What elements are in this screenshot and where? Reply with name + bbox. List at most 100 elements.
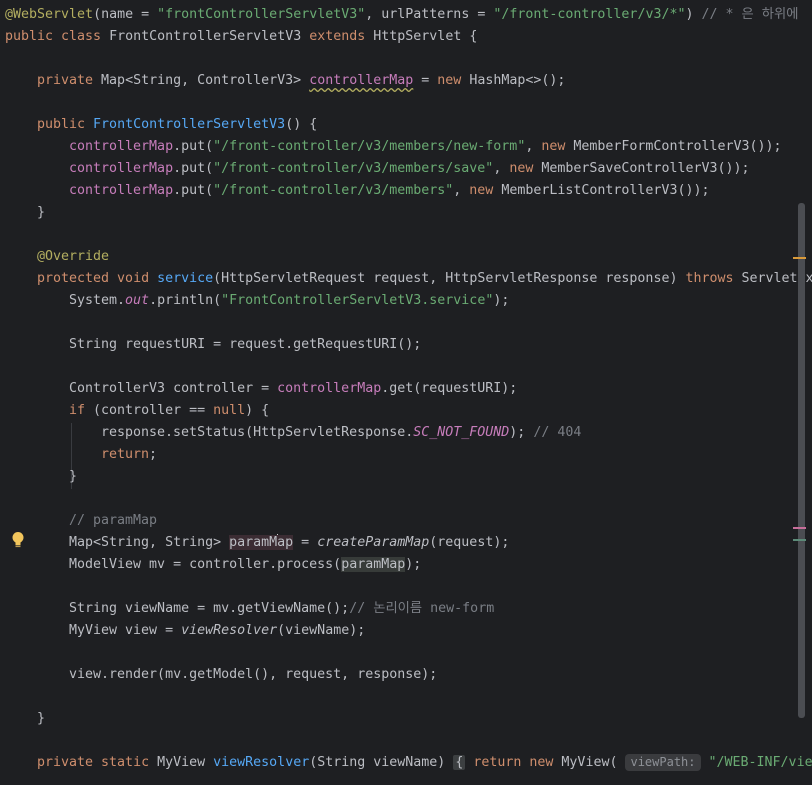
code-token: return (101, 447, 150, 462)
code-token: HashMap<>(); (469, 73, 566, 88)
code-token: // 404 (533, 425, 582, 440)
code-token: @WebServlet (5, 7, 94, 22)
code-token: @Override (37, 249, 110, 264)
code-token: { (453, 755, 466, 770)
code-token: extends (309, 29, 374, 44)
code-token: (controller == (93, 403, 214, 418)
code-line[interactable]: } (5, 466, 77, 488)
usage-marker[interactable] (793, 539, 806, 541)
code-token: "/front-controller/v3/*" (493, 7, 686, 22)
code-line[interactable]: // paramMap (5, 510, 157, 532)
code-line[interactable]: System.out.println("FrontControllerServl… (5, 290, 509, 312)
code-token: paramMap (341, 557, 406, 572)
code-token: controllerMap (277, 381, 382, 396)
code-token: Map<String, ControllerV3> (101, 73, 310, 88)
code-line[interactable]: controllerMap.put("/front-controller/v3/… (5, 158, 750, 180)
code-token: view.render(mv.getModel(), request, resp… (69, 667, 438, 682)
warning-marker[interactable] (793, 257, 806, 259)
code-line[interactable]: @WebServlet(name = "frontControllerServl… (5, 4, 798, 26)
code-token: response.setStatus(HttpServletResponse. (101, 425, 414, 440)
code-token: MemberFormControllerV3()); (573, 139, 782, 154)
code-token: "/front-controller/v3/members/save" (213, 161, 494, 176)
code-token: service (157, 271, 214, 286)
code-line[interactable]: controllerMap.put("/front-controller/v3/… (5, 180, 709, 202)
code-token: // 논리이름 new-form (349, 601, 495, 616)
code-token: return new (473, 755, 562, 770)
highlight-marker[interactable] (793, 527, 806, 529)
code-line[interactable]: public FrontControllerServletV3() { (5, 114, 317, 136)
code-token: new (541, 139, 574, 154)
code-line[interactable]: } (5, 202, 45, 224)
code-token: "/front-controller/v3/members/new-form" (213, 139, 526, 154)
code-token: .get(requestURI); (381, 381, 518, 396)
code-token: MyView (157, 755, 214, 770)
code-token: ); (493, 293, 510, 308)
code-token: "FrontControllerServletV3.service" (221, 293, 494, 308)
code-token: MemberListControllerV3()); (501, 183, 710, 198)
code-token: "/WEB-INF/views/ (708, 755, 812, 770)
code-line[interactable]: return; (5, 444, 157, 466)
code-line[interactable]: ModelView mv = controller.process(paramM… (5, 554, 421, 576)
code-line[interactable]: protected void service(HttpServletReques… (5, 268, 812, 290)
code-line[interactable]: if (controller == null) { (5, 400, 269, 422)
code-token: paramM (229, 535, 278, 550)
code-token: FrontControllerServletV3 (93, 117, 286, 132)
code-token: = (293, 535, 318, 550)
code-token: throws (685, 271, 742, 286)
code-token: // paramMap (69, 513, 158, 528)
code-token: String requestURI = request.getRequestUR… (69, 337, 422, 352)
code-token: new (469, 183, 502, 198)
code-token: ); (405, 557, 422, 572)
code-token: controllerMap (69, 161, 174, 176)
code-token: protected void (37, 271, 158, 286)
code-token: // * 은 하위에 (701, 7, 799, 22)
code-token: public class (5, 29, 110, 44)
vertical-scrollbar-thumb[interactable] (798, 203, 805, 718)
lightbulb-icon[interactable] (11, 531, 25, 549)
code-token: , urlPatterns = (365, 7, 494, 22)
code-token: viewResolver (181, 623, 278, 638)
code-line[interactable]: MyView view = viewResolver(viewName); (5, 620, 365, 642)
code-token: ) (685, 7, 702, 22)
code-token: "/front-controller/v3/members" (213, 183, 454, 198)
code-token: private static (37, 755, 158, 770)
code-editor[interactable]: @WebServlet(name = "frontControllerServl… (0, 0, 812, 785)
code-token: public (37, 117, 94, 132)
code-token: ; (149, 447, 158, 462)
code-token: viewResolver (213, 755, 310, 770)
code-token: MyView view = (69, 623, 182, 638)
code-line[interactable]: String viewName = mv.getViewName();// 논리… (5, 598, 494, 620)
code-line[interactable]: Map<String, String> paramMap = createPar… (5, 532, 509, 554)
code-line[interactable]: } (5, 708, 45, 730)
parameter-hint: viewPath: (625, 753, 701, 771)
code-line[interactable]: private Map<String, ControllerV3> contro… (5, 70, 565, 92)
code-token: private (37, 73, 102, 88)
code-token: controllerMap (69, 183, 174, 198)
code-token: (HttpServletRequest request, HttpServlet… (213, 271, 686, 286)
code-token: , (493, 161, 510, 176)
code-token: new (437, 73, 470, 88)
code-line[interactable]: @Override (5, 246, 109, 268)
code-token: ControllerV3 controller = (69, 381, 278, 396)
code-token: MyView( (561, 755, 626, 770)
code-line[interactable]: response.setStatus(HttpServletResponse.S… (5, 422, 581, 444)
code-line[interactable]: ControllerV3 controller = controllerMap.… (5, 378, 517, 400)
code-token: (viewName); (277, 623, 366, 638)
code-line[interactable]: view.render(mv.getModel(), request, resp… (5, 664, 437, 686)
code-token: FrontControllerServletV3 (109, 29, 310, 44)
code-token: ModelView mv = controller.process( (69, 557, 342, 572)
code-token: new (509, 161, 542, 176)
code-token: .put( (173, 161, 214, 176)
code-token: = (413, 73, 438, 88)
code-token: ap (277, 535, 294, 550)
code-token: .put( (173, 139, 214, 154)
code-line[interactable]: private static MyView viewResolver(Strin… (5, 752, 812, 774)
code-token: controllerMap (309, 73, 414, 88)
code-line[interactable]: public class FrontControllerServletV3 ex… (5, 26, 477, 48)
code-token: createParamMap (317, 535, 430, 550)
code-token: String viewName = mv.getViewName(); (69, 601, 350, 616)
code-line[interactable]: controllerMap.put("/front-controller/v3/… (5, 136, 782, 158)
code-token: MemberSaveControllerV3()); (541, 161, 750, 176)
code-line[interactable]: String requestURI = request.getRequestUR… (5, 334, 421, 356)
code-token: () { (285, 117, 318, 132)
